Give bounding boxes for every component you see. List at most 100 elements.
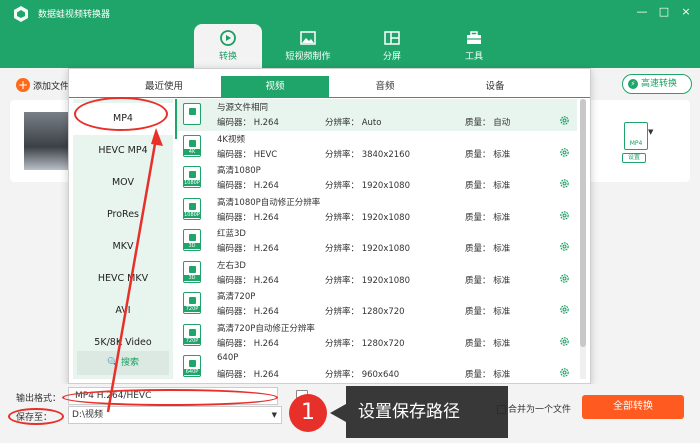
preset-row[interactable]: 4K 4K视频 编码器： HEVC 分辨率： 3840x2160 质量： 标准 xyxy=(177,131,577,163)
preset-format-icon: 1080P xyxy=(183,197,201,220)
preset-format-icon: 640P xyxy=(183,355,201,377)
gear-icon[interactable] xyxy=(559,367,570,378)
maximize-button[interactable]: □ xyxy=(656,4,672,20)
gear-icon[interactable] xyxy=(559,273,570,284)
tab-tools[interactable]: 工具 xyxy=(440,24,508,68)
chevron-down-icon[interactable]: ▼ xyxy=(648,128,653,136)
split-icon xyxy=(384,31,400,45)
preset-resolution: 分辨率： 1920x1080 xyxy=(325,212,410,223)
preset-quality: 质量： 标准 xyxy=(465,181,511,191)
preset-format-icon: 3D xyxy=(183,260,201,283)
preset-row[interactable]: 640P 640P 编码器： H.264 分辨率： 960x640 质量： 标准 xyxy=(177,351,577,381)
preset-resolution: 分辨率： Auto xyxy=(325,118,382,128)
tab-convert[interactable]: 转换 xyxy=(194,24,262,68)
gear-icon[interactable] xyxy=(559,304,570,315)
merge-label: 合并为一个文件 xyxy=(508,405,572,415)
preset-resolution: 分辨率： 960x640 xyxy=(325,370,400,380)
preset-quality: 质量： 标准 xyxy=(465,338,511,349)
preset-quality: 质量： 标准 xyxy=(465,370,511,380)
format-badge-label: MP4 xyxy=(629,140,643,147)
convert-icon xyxy=(220,30,236,46)
preset-icon-label: 1080P xyxy=(184,180,200,186)
preset-resolution: 分辨率： 1920x1080 xyxy=(325,244,410,254)
preset-codec: 编码器： H.264 xyxy=(217,118,279,128)
preset-format-icon: 4K xyxy=(183,134,201,157)
preset-codec: 编码器： H.264 xyxy=(217,370,279,380)
preset-name: 高清1080P自动修正分辨率 xyxy=(217,197,321,208)
preset-icon-label: 3D xyxy=(184,243,200,249)
preset-row[interactable]: 1080P 高清1080P 编码器： H.264 分辨率： 1920x1080 质量： … xyxy=(177,162,577,194)
preset-row[interactable]: 720P 高清720P自动修正分辨率 编码器： H.264 分辨率： 1280x720… xyxy=(177,320,577,352)
preset-name: 高清720P xyxy=(217,292,256,302)
annotation-arrow xyxy=(106,128,163,413)
lightning-icon: ⚡ xyxy=(628,79,638,89)
preset-format-icon: 3D xyxy=(183,229,201,251)
preset-name: 高清720P自动修正分辨率 xyxy=(217,323,315,334)
file-settings-button[interactable]: 设置 xyxy=(622,153,646,163)
preset-list: 与源文件相同 编码器： H.264 分辨率： Auto 质量： 自动 4K 4K视频 编码器… xyxy=(177,99,577,381)
preset-codec: 编码器： H.264 xyxy=(217,338,279,349)
preset-quality: 质量： 标准 xyxy=(465,212,511,223)
preset-codec: 编码器： H.264 xyxy=(217,212,279,223)
gear-icon[interactable] xyxy=(559,210,570,221)
preset-resolution: 分辨率： 1280x720 xyxy=(325,338,405,349)
category-tabs: 最近使用 视频 音频 设备 xyxy=(69,76,590,98)
preset-resolution: 分辨率： 1920x1080 xyxy=(325,275,410,286)
preset-name: 红蓝3D xyxy=(217,229,246,239)
preset-row[interactable]: 720P 高清720P 编码器： H.264 分辨率： 1280x720 质量： 标准 xyxy=(177,288,577,320)
annotation-callout: 设置保存路径 xyxy=(346,386,508,438)
preset-quality: 质量： 标准 xyxy=(465,307,511,317)
preset-quality: 质量： 标准 xyxy=(465,244,511,254)
preset-icon-label: 640P xyxy=(184,369,200,375)
preset-codec: 编码器： H.264 xyxy=(217,244,279,254)
scrollbar[interactable] xyxy=(580,99,586,379)
add-file-button[interactable]: + 添加文件 xyxy=(16,78,69,92)
output-format-badge[interactable]: MP4 xyxy=(624,122,648,150)
add-file-label: 添加文件 xyxy=(33,81,70,92)
preset-format-icon xyxy=(183,103,201,125)
tab-video[interactable]: 视频 xyxy=(221,76,329,98)
preset-codec: 编码器： H.264 xyxy=(217,181,279,191)
merge-checkbox[interactable]: 合并为一个文件 xyxy=(497,402,571,415)
preset-codec: 编码器： HEVC xyxy=(217,149,278,160)
fast-convert-label: 高速转换 xyxy=(641,79,678,89)
preset-codec: 编码器： H.264 xyxy=(217,275,279,286)
close-button[interactable]: × xyxy=(678,4,694,20)
preset-name: 与源文件相同 xyxy=(217,103,269,113)
preset-row[interactable]: 3D 红蓝3D 编码器： H.264 分辨率： 1920x1080 质量： 标准 xyxy=(177,225,577,257)
preset-row[interactable]: 3D 左右3D 编码器： H.264 分辨率： 1920x1080 质量： 标准 xyxy=(177,257,577,289)
preset-format-icon: 1080P xyxy=(183,166,201,188)
gear-icon[interactable] xyxy=(559,336,570,347)
preset-quality: 质量： 标准 xyxy=(465,149,511,160)
plus-icon: + xyxy=(16,78,30,92)
fast-convert-button[interactable]: ⚡ 高速转换 xyxy=(622,74,692,94)
preset-resolution: 分辨率： 1280x720 xyxy=(325,307,405,317)
scrollbar-thumb[interactable] xyxy=(580,99,586,347)
preset-icon-label: 3D xyxy=(184,274,200,281)
tab-label: 转换 xyxy=(218,52,237,62)
tab-split-screen[interactable]: 分屏 xyxy=(358,24,426,68)
tab-label: 分屏 xyxy=(382,52,401,62)
tab-audio[interactable]: 音频 xyxy=(331,76,439,98)
preset-name: 高清1080P xyxy=(217,166,261,176)
annotation-circle-save-to xyxy=(8,408,64,425)
preset-name: 左右3D xyxy=(217,260,246,271)
tab-label: 短视频制作 xyxy=(285,52,331,62)
toolbox-icon xyxy=(467,31,481,44)
gear-icon[interactable] xyxy=(559,178,570,189)
preset-format-icon: 720P xyxy=(183,323,201,346)
gear-icon[interactable] xyxy=(559,147,570,158)
tab-device[interactable]: 设备 xyxy=(441,76,549,98)
gear-icon[interactable] xyxy=(559,241,570,252)
gear-icon[interactable] xyxy=(559,115,570,126)
preset-name: 640P xyxy=(217,353,239,363)
tab-short-video[interactable]: 短视频制作 xyxy=(274,24,342,68)
preset-codec: 编码器： H.264 xyxy=(217,307,279,317)
minimize-button[interactable]: — xyxy=(634,4,650,20)
chevron-down-icon[interactable]: ▼ xyxy=(272,407,277,423)
title-bar: 数据蛙视频转换器 — □ × 转换 短视频制作 分屏 工具 xyxy=(0,0,700,68)
preset-row[interactable]: 1080P 高清1080P自动修正分辨率 编码器： H.264 分辨率： 1920x1… xyxy=(177,194,577,226)
convert-all-button[interactable]: 全部转换 xyxy=(582,395,684,419)
tab-recent[interactable]: 最近使用 xyxy=(109,76,219,98)
preset-row[interactable]: 与源文件相同 编码器： H.264 分辨率： Auto 质量： 自动 xyxy=(177,99,577,131)
